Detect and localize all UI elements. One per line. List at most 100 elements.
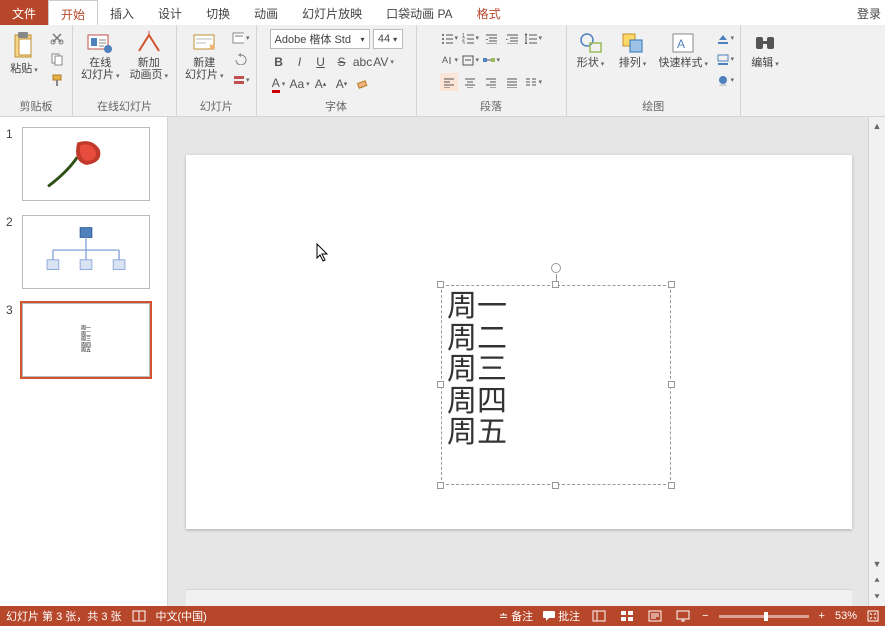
slide-thumbnail-2[interactable] xyxy=(22,215,150,289)
scroll-up-button[interactable]: ▲ xyxy=(869,117,885,134)
linespace-icon xyxy=(524,32,536,44)
slide-editor[interactable]: 周一 周二 周三 周四 周五 xyxy=(168,117,868,606)
sorter-view-button[interactable] xyxy=(618,609,636,623)
smartart-button[interactable] xyxy=(482,51,500,69)
reading-view-button[interactable] xyxy=(646,609,664,623)
increase-indent-button[interactable] xyxy=(503,29,521,47)
new-anim-page-button[interactable]: 新加 动画页 xyxy=(128,29,171,83)
arrange-button[interactable]: 排列 xyxy=(615,29,651,71)
align-left-button[interactable] xyxy=(440,73,458,91)
thumb-text: 周一周二周三周四周五 xyxy=(81,326,91,354)
prev-slide-button[interactable]: ⯅ xyxy=(869,572,885,589)
shape-fill-button[interactable] xyxy=(716,29,734,47)
numbering-icon: 123 xyxy=(461,32,473,44)
cursor-icon xyxy=(316,243,330,268)
shapes-button[interactable]: 形状 xyxy=(573,29,609,71)
decrease-indent-button[interactable] xyxy=(482,29,500,47)
language-indicator[interactable]: 中文(中国) xyxy=(156,608,207,624)
font-color-button[interactable]: A xyxy=(270,75,288,93)
tab-format[interactable]: 格式 xyxy=(465,0,513,25)
tab-slideshow[interactable]: 幻灯片放映 xyxy=(290,0,374,25)
tab-home[interactable]: 开始 xyxy=(48,0,98,25)
slide-thumbnail-3[interactable]: 周一周二周三周四周五 xyxy=(22,303,150,377)
zoom-out-button[interactable]: − xyxy=(702,610,708,622)
quickstyle-button[interactable]: A 快速样式 xyxy=(657,29,711,71)
font-size-select[interactable]: 44▾ xyxy=(373,29,403,49)
slide-canvas[interactable]: 周一 周二 周三 周四 周五 xyxy=(186,155,852,529)
line-spacing-button[interactable] xyxy=(524,29,542,47)
fit-window-button[interactable] xyxy=(867,610,879,622)
bullets-button[interactable] xyxy=(440,29,458,47)
tab-design[interactable]: 设计 xyxy=(146,0,194,25)
align-right-button[interactable] xyxy=(482,73,500,91)
resize-handle-tm[interactable] xyxy=(552,281,559,288)
italic-button[interactable]: I xyxy=(291,53,309,71)
zoom-slider[interactable] xyxy=(719,615,809,618)
arrange-label: 排列 xyxy=(619,57,647,69)
clear-format-button[interactable] xyxy=(354,75,372,93)
font-name-select[interactable]: Adobe 楷体 Std ▾ xyxy=(270,29,370,49)
bold-button[interactable]: B xyxy=(270,53,288,71)
slide-thumbnail-1[interactable] xyxy=(22,127,150,201)
shape-effects-button[interactable] xyxy=(716,71,734,89)
comments-button[interactable]: 批注 xyxy=(543,608,580,624)
new-slide-button[interactable]: 新建 幻灯片 xyxy=(183,29,226,83)
online-slides-button[interactable]: 在线 幻灯片 xyxy=(79,29,122,83)
resize-handle-tr[interactable] xyxy=(668,281,675,288)
tab-file[interactable]: 文件 xyxy=(0,0,48,25)
resize-handle-tl[interactable] xyxy=(437,281,444,288)
login-link[interactable]: 登录 xyxy=(857,5,881,22)
shrink-font-button[interactable]: A▾ xyxy=(333,75,351,93)
zoom-value[interactable]: 53% xyxy=(835,610,857,622)
resize-handle-mr[interactable] xyxy=(668,381,675,388)
normal-view-button[interactable] xyxy=(590,609,608,623)
tab-pocket-anim[interactable]: 口袋动画 PA xyxy=(374,0,464,25)
align-center-button[interactable] xyxy=(461,73,479,91)
resize-handle-br[interactable] xyxy=(668,482,675,489)
thumb-number: 3 xyxy=(6,303,16,377)
resize-handle-ml[interactable] xyxy=(437,381,444,388)
char-spacing-button[interactable]: AV xyxy=(375,53,393,71)
cut-button[interactable] xyxy=(48,29,66,47)
slideshow-view-button[interactable] xyxy=(674,609,692,623)
tab-insert[interactable]: 插入 xyxy=(98,0,146,25)
text-direction-button[interactable]: A xyxy=(440,51,458,69)
spellcheck-button[interactable] xyxy=(132,610,146,622)
zoom-thumb[interactable] xyxy=(764,612,768,621)
next-slide-button[interactable]: ⯆ xyxy=(869,589,885,606)
underline-button[interactable]: U xyxy=(312,53,330,71)
strike-button[interactable]: S xyxy=(333,53,351,71)
text-box[interactable]: 周一 周二 周三 周四 周五 xyxy=(441,285,671,485)
rotate-handle[interactable] xyxy=(551,263,561,273)
textbox-content[interactable]: 周一 周二 周三 周四 周五 xyxy=(447,291,665,479)
new-anim-label: 新加 动画页 xyxy=(130,57,169,81)
horizontal-scrollbar[interactable] xyxy=(186,589,852,606)
section-button[interactable] xyxy=(232,71,250,89)
tab-animation[interactable]: 动画 xyxy=(242,0,290,25)
resize-handle-bm[interactable] xyxy=(552,482,559,489)
scroll-down-button[interactable]: ▼ xyxy=(869,555,885,572)
format-painter-button[interactable] xyxy=(48,71,66,89)
justify-button[interactable] xyxy=(503,73,521,91)
vertical-scrollbar[interactable]: ▲ ▼ ⯅ ⯆ xyxy=(868,117,885,606)
aligncenter-icon xyxy=(463,76,477,88)
layout-button[interactable] xyxy=(232,29,250,47)
shadow-button[interactable]: abc xyxy=(354,53,372,71)
text-line: 周二 xyxy=(447,323,665,355)
resize-handle-bl[interactable] xyxy=(437,482,444,489)
notes-button[interactable]: ≐ 备注 xyxy=(499,608,533,624)
numbering-button[interactable]: 123 xyxy=(461,29,479,47)
reset-button[interactable] xyxy=(232,50,250,68)
zoom-in-button[interactable]: + xyxy=(819,610,825,622)
bullets-icon xyxy=(440,32,452,44)
copy-button[interactable] xyxy=(48,50,66,68)
align-text-button[interactable] xyxy=(461,51,479,69)
shape-outline-button[interactable] xyxy=(716,50,734,68)
columns-button[interactable] xyxy=(524,73,542,91)
grow-font-button[interactable]: A▴ xyxy=(312,75,330,93)
find-button[interactable]: 编辑 xyxy=(747,29,783,71)
tab-transition[interactable]: 切换 xyxy=(194,0,242,25)
change-case-button[interactable]: Aa xyxy=(291,75,309,93)
menu-bar: 文件 开始 插入 设计 切换 动画 幻灯片放映 口袋动画 PA 格式 登录 xyxy=(0,0,885,25)
paste-button[interactable]: 粘贴 xyxy=(6,29,42,77)
